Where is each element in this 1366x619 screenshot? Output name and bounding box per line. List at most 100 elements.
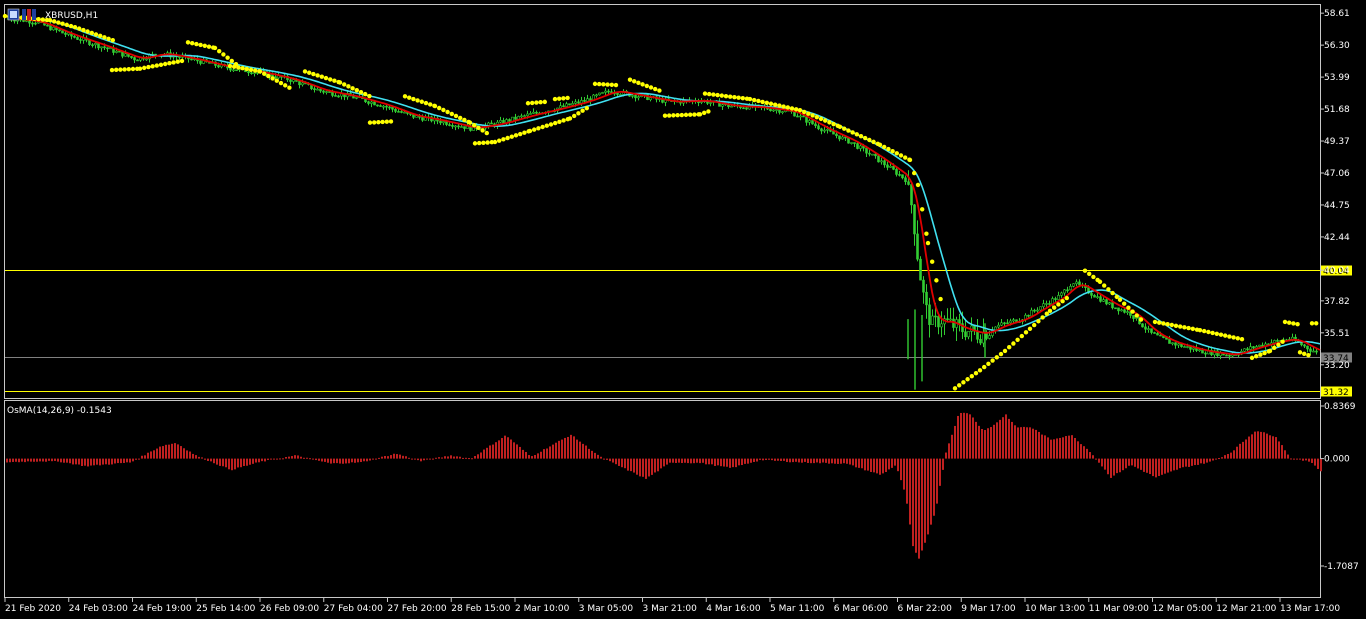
chart-canvas[interactable]: 40.0433.7431.32 58.61 56.30 53.99 51.68 49.3… bbox=[0, 0, 1366, 619]
osma-bar bbox=[1209, 458, 1211, 462]
osma-bar bbox=[1023, 426, 1025, 459]
sar-dot bbox=[185, 40, 191, 45]
sar-dot bbox=[561, 118, 566, 123]
osma-bar bbox=[507, 437, 509, 459]
candle bbox=[82, 34, 85, 44]
osma-bar bbox=[36, 458, 38, 462]
sar-dot bbox=[229, 58, 234, 64]
osma-bar bbox=[927, 458, 929, 535]
sar-dot bbox=[367, 120, 373, 125]
candle bbox=[454, 124, 457, 131]
sar-dot bbox=[837, 124, 843, 129]
osma-bar bbox=[1275, 437, 1277, 459]
sar-dot bbox=[592, 81, 598, 87]
sar-dot bbox=[350, 86, 355, 91]
sar-dot bbox=[68, 23, 74, 29]
sar-dot bbox=[965, 377, 970, 382]
osma-bar bbox=[750, 458, 752, 463]
sar-dot bbox=[513, 133, 519, 138]
candle bbox=[595, 93, 598, 98]
candle bbox=[100, 46, 103, 52]
candle bbox=[334, 93, 337, 97]
sar-dot bbox=[542, 99, 547, 105]
osma-bar bbox=[864, 458, 866, 471]
sar-dot bbox=[567, 116, 573, 121]
sar-dot bbox=[167, 61, 172, 66]
sar-dot bbox=[278, 80, 284, 86]
osma-bar bbox=[600, 456, 602, 459]
sar-dot bbox=[977, 368, 983, 373]
osma-bar bbox=[471, 458, 473, 460]
sar-dot bbox=[270, 76, 275, 81]
sar-dot bbox=[93, 32, 99, 37]
sar-dot bbox=[1015, 337, 1020, 342]
candle bbox=[1084, 282, 1087, 292]
candle bbox=[568, 103, 571, 106]
horizontal-lines[interactable]: 40.0433.7431.32 bbox=[5, 265, 1352, 399]
osma-bar bbox=[144, 455, 146, 459]
sar-dot bbox=[102, 35, 107, 40]
osma-bar bbox=[897, 458, 899, 472]
sar-dot bbox=[810, 113, 815, 118]
sar-dot bbox=[785, 105, 790, 110]
sar-dot bbox=[1056, 302, 1061, 307]
sar-dot bbox=[449, 111, 454, 117]
osma-bar bbox=[24, 458, 26, 463]
chart-window[interactable]: 40.04 33.74 31.32 58.61 56.30 53.99 51.68 49.3… bbox=[0, 0, 1366, 619]
time-tick-label: 27 Feb 04:00 bbox=[324, 604, 383, 614]
sar-dot bbox=[1190, 326, 1196, 332]
osma-bar bbox=[648, 458, 650, 477]
osma-bar bbox=[525, 451, 527, 459]
sar-dot bbox=[557, 119, 562, 124]
osma-bar bbox=[1137, 458, 1139, 469]
sar-dot bbox=[163, 61, 168, 67]
time-axis[interactable]: 21 Feb 2020 24 Feb 03:00 24 Feb 19:00 25 Fe… bbox=[4, 597, 1340, 614]
osma-bar bbox=[63, 458, 65, 463]
osma-bar bbox=[786, 458, 788, 463]
osma-bar bbox=[102, 458, 104, 465]
osma-bar bbox=[342, 458, 344, 464]
candle bbox=[1183, 345, 1186, 348]
sar-dot bbox=[1036, 319, 1041, 324]
osma-bar bbox=[711, 458, 713, 465]
sar-dot bbox=[462, 117, 467, 123]
sar-dot bbox=[150, 64, 155, 69]
sar-dot bbox=[236, 65, 241, 70]
osma-bar bbox=[1119, 458, 1121, 473]
indicator-title: OsMA(14,26,9) -0.1543 bbox=[7, 406, 112, 416]
sar-dot bbox=[683, 112, 689, 118]
osma-bar bbox=[303, 457, 305, 459]
indicator-tick-label: 0.8369 bbox=[1324, 402, 1356, 412]
osma-bar bbox=[1143, 458, 1145, 472]
indicator-axis[interactable]: 0.8369 0.000 -1.7087 bbox=[1320, 402, 1359, 572]
osma-bar bbox=[1254, 431, 1256, 459]
sar-dot bbox=[307, 70, 312, 75]
candle bbox=[922, 276, 925, 304]
osma-bar bbox=[1305, 458, 1307, 461]
sar-dot bbox=[538, 100, 543, 105]
osma-bar bbox=[660, 458, 662, 469]
sar-dot bbox=[323, 75, 329, 81]
sar-dot bbox=[534, 100, 539, 105]
sar-dot bbox=[890, 148, 895, 154]
osma-bar bbox=[285, 457, 287, 459]
osma-bar bbox=[741, 458, 743, 466]
time-tick-label: 9 Mar 17:00 bbox=[961, 604, 1016, 614]
osma-bar bbox=[489, 445, 491, 459]
osma-bar bbox=[486, 447, 488, 459]
time-tick-label: 12 Mar 21:00 bbox=[1216, 604, 1276, 614]
osma-bar bbox=[27, 458, 29, 462]
osma-bar bbox=[1215, 458, 1217, 460]
sar-dot bbox=[1023, 330, 1029, 335]
osma-bar bbox=[255, 458, 257, 463]
price-axis[interactable]: 58.61 56.30 53.99 51.68 49.37 47.06 44.75 42.44… bbox=[1320, 9, 1350, 371]
osma-bar bbox=[972, 417, 974, 459]
candle bbox=[1171, 342, 1174, 346]
osma-bar bbox=[312, 458, 314, 460]
candle bbox=[1147, 325, 1150, 333]
candle bbox=[799, 114, 802, 121]
osma-bar bbox=[765, 458, 767, 461]
price-candles bbox=[7, 16, 1318, 390]
candle bbox=[823, 126, 826, 134]
osma-bar bbox=[57, 458, 59, 462]
